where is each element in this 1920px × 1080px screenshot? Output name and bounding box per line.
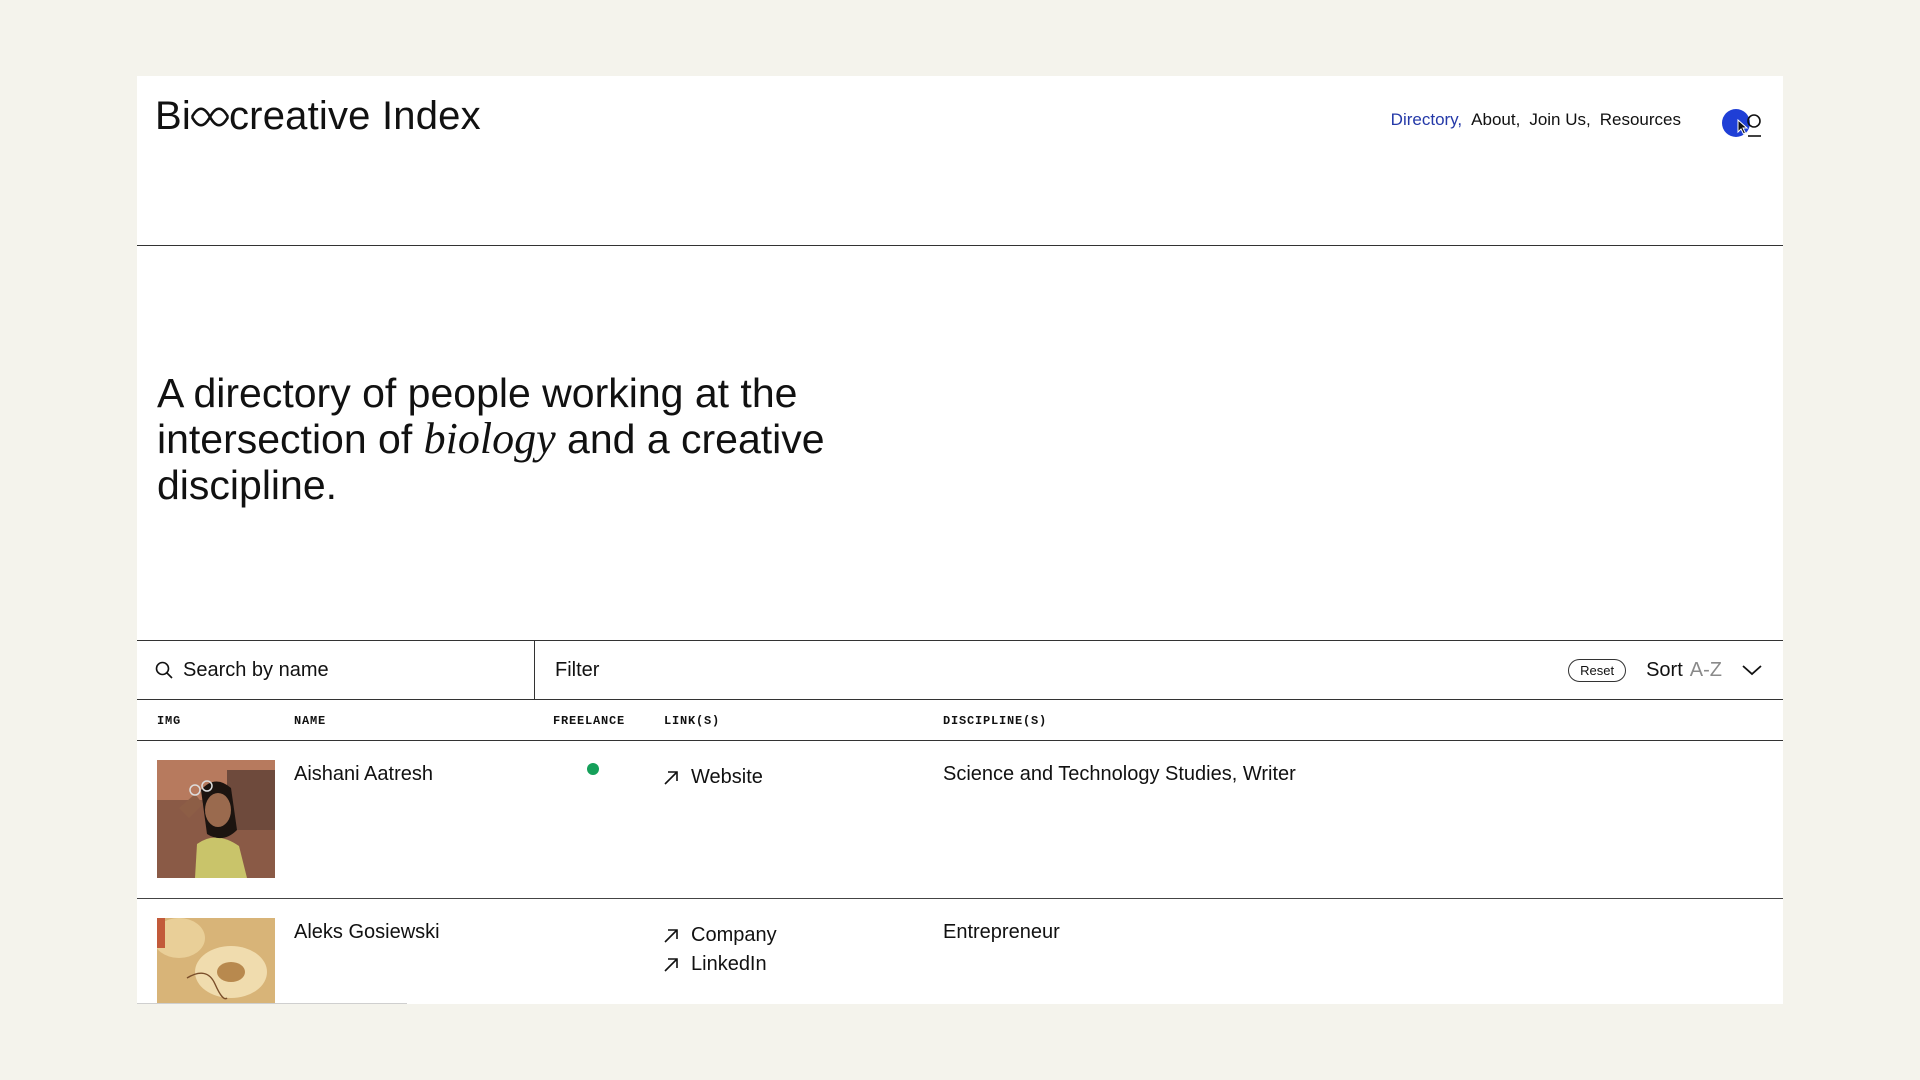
chevron-down-icon[interactable] [1741, 663, 1763, 677]
page-container: Bi creative Index Directory, About, Join… [137, 76, 1783, 1004]
scroll-indicator [137, 1003, 407, 1004]
links-cell: Company LinkedIn [663, 921, 777, 979]
sort-label: Sort [1646, 658, 1683, 681]
col-header-name[interactable]: NAME [294, 714, 326, 728]
logo-suffix: creative Index [228, 94, 481, 138]
arrow-up-right-icon [664, 928, 678, 943]
sort-dropdown[interactable]: Sort A-Z [1646, 659, 1763, 682]
col-header-disciplines[interactable]: DISCIPLINE(S) [943, 714, 1047, 728]
link-linkedin[interactable]: LinkedIn [663, 950, 777, 979]
link-company[interactable]: Company [663, 921, 777, 950]
col-header-freelance[interactable]: FREELANCE [553, 714, 625, 728]
search-box [137, 641, 535, 699]
main-nav: Directory, About, Join Us, Resources [1391, 110, 1681, 130]
sort-value: A-Z [1689, 658, 1722, 681]
spool-image [157, 918, 275, 1004]
disciplines-cell: Entrepreneur [943, 921, 1060, 943]
table-row[interactable]: Aleks Gosiewski Company LinkedIn Entrepr… [137, 899, 1783, 1004]
site-header: Bi creative Index Directory, About, Join… [137, 76, 1783, 246]
arrow-up-right-icon [664, 770, 678, 785]
filter-bar: Filter Reset Sort A-Z [535, 641, 1783, 699]
link-website[interactable]: Website [663, 763, 763, 792]
nav-directory[interactable]: Directory, [1391, 110, 1462, 130]
person-name[interactable]: Aishani Aatresh [294, 763, 433, 786]
col-header-links: LINK(S) [664, 714, 721, 728]
theme-toggle-icon[interactable] [1721, 108, 1765, 140]
link-label: LinkedIn [691, 953, 767, 975]
filter-dropdown[interactable]: Filter [555, 659, 1568, 682]
person-name[interactable]: Aleks Gosiewski [294, 921, 440, 944]
links-cell: Website [663, 763, 763, 792]
nav-resources[interactable]: Resources [1600, 110, 1681, 130]
table-header: IMG NAME FREELANCE LINK(S) DISCIPLINE(S) [137, 700, 1783, 741]
nav-about[interactable]: About, [1471, 110, 1520, 130]
profile-photo [157, 918, 275, 1004]
logo-wave-icon [190, 106, 230, 127]
search-icon [155, 661, 173, 679]
link-label: Company [691, 924, 777, 946]
disciplines-cell: Science and Technology Studies, Writer [943, 763, 1296, 785]
reset-button[interactable]: Reset [1568, 658, 1627, 682]
directory-toolbar: Filter Reset Sort A-Z [137, 640, 1783, 700]
col-header-img: IMG [157, 714, 182, 728]
logo-prefix: Bi [155, 94, 191, 138]
site-logo[interactable]: Bi creative Index [155, 94, 481, 139]
hero-section: A directory of people working at the int… [137, 246, 1783, 640]
nav-join-us[interactable]: Join Us, [1529, 110, 1590, 130]
freelance-dot-icon [587, 763, 599, 775]
profile-photo [157, 760, 275, 878]
table-row[interactable]: Aishani Aatresh Website Science and Tech… [137, 741, 1783, 899]
hero-headline: A directory of people working at the int… [157, 370, 877, 508]
search-input[interactable] [181, 657, 515, 683]
link-label: Website [691, 766, 763, 788]
person-portrait-image [157, 760, 275, 878]
hero-emphasis: biology [423, 414, 556, 463]
arrow-up-right-icon [664, 957, 678, 972]
freelance-indicator [587, 762, 599, 780]
